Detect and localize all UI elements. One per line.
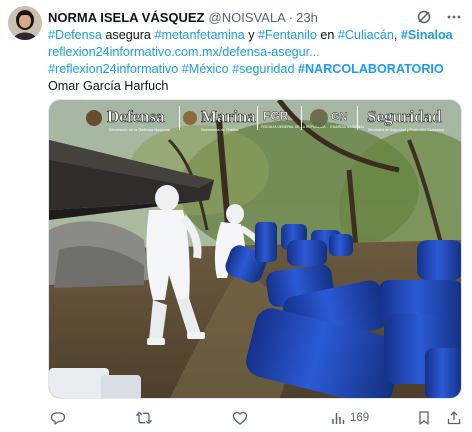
hashtag-link[interactable]: #reflexion24informativo (48, 62, 178, 76)
hashtag-link[interactable]: #México (182, 62, 229, 76)
like-button[interactable] (232, 410, 248, 426)
retweet-button[interactable] (136, 410, 152, 426)
author-name[interactable]: NORMA ISELA VÁSQUEZ (48, 10, 205, 25)
tweet-photo[interactable]: Defensa Secretaría de la Defensa Naciona… (48, 99, 462, 399)
logo-gn: GN (331, 111, 348, 123)
marina-emblem-icon (183, 111, 197, 125)
author-handle[interactable]: @NOISVALA (209, 10, 286, 25)
defensa-emblem-icon (86, 110, 102, 126)
views-button[interactable]: 169 (330, 410, 369, 426)
logo-defensa: Defensa (107, 107, 165, 126)
hashtag-link[interactable]: #Sinaloa (401, 28, 453, 42)
hashtag-link[interactable]: #Culiacán (338, 28, 394, 42)
views-icon (330, 410, 346, 426)
avatar[interactable] (8, 6, 42, 40)
tweet-actions: 169 (48, 408, 462, 428)
hashtag-link[interactable]: #Defensa (48, 28, 102, 42)
logo-gn-sub: GUARDIA NACIONAL (330, 125, 365, 129)
hashtag-link[interactable]: #metanfetamina (154, 28, 244, 42)
reply-button[interactable] (50, 410, 66, 426)
tweet-text-segment: y (244, 28, 259, 42)
more-icon[interactable] (446, 9, 462, 25)
logo-defensa-sub: Secretaría de la Defensa Nacional (109, 127, 170, 132)
like-icon (232, 410, 248, 426)
tweet-text: #Defensa asegura #metanfetamina y #Fenta… (48, 27, 464, 95)
timestamp[interactable]: 23h (296, 10, 318, 25)
article-link[interactable]: reflexion24informativo.com.mx/defensa-as… (48, 45, 320, 59)
logo-marina: Marina (201, 107, 256, 126)
hashtag-link[interactable]: #Fentanilo (258, 28, 317, 42)
logo-seguridad-sub: Secretaría de Seguridad y Protección Ciu… (368, 128, 444, 132)
views-count: 169 (350, 412, 370, 424)
hashtag-link[interactable]: #seguridad (232, 62, 294, 76)
tweet[interactable]: NORMA ISELA VÁSQUEZ @NOISVALA · 23h #Def… (0, 0, 472, 432)
tweet-text-segment: en (316, 28, 338, 42)
reply-icon (50, 410, 66, 426)
tweet-header: NORMA ISELA VÁSQUEZ @NOISVALA · 23h (48, 8, 462, 26)
hashtag-link[interactable]: #NARCOLABORATORIO (298, 62, 444, 76)
bookmark-icon (416, 410, 432, 426)
logo-marina-sub: Secretaría de Marina (201, 127, 239, 132)
share-icon (446, 410, 462, 426)
tweet-text-segment: , (393, 28, 401, 42)
tweet-text-segment: asegura (101, 28, 155, 42)
gn-emblem-icon (310, 109, 328, 127)
tweet-text-line-4: Omar García Harfuch (48, 79, 169, 93)
bookmark-button[interactable] (416, 410, 432, 426)
retweet-icon (136, 410, 152, 426)
tweet-text-line-3: #reflexion24informativo #México #segurid… (48, 61, 464, 78)
logo-fgr: FGR (263, 109, 289, 123)
separator-dot: · (288, 9, 294, 25)
grok-icon[interactable] (416, 9, 432, 25)
share-button[interactable] (446, 410, 462, 426)
logo-seguridad: Seguridad (367, 107, 442, 126)
tweet-text-line-1: #Defensa asegura #metanfetamina y #Fenta… (48, 27, 464, 44)
